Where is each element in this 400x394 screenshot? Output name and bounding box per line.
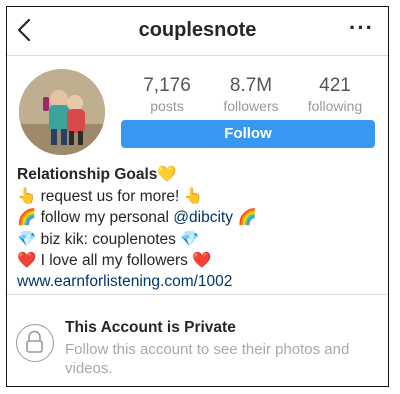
bio-text: I love all my followers: [36, 252, 193, 269]
avatar[interactable]: [19, 69, 105, 155]
bio-line: 🌈 follow my personal @dibcity 🌈: [17, 207, 377, 229]
followers-count: 8.7M: [229, 75, 273, 96]
website-link[interactable]: www.earnforlistening.com/1002: [17, 273, 232, 290]
stat-followers[interactable]: 8.7M followers: [209, 75, 293, 114]
bio-text: follow my personal: [36, 209, 174, 226]
bio-text: request us for more!: [36, 187, 184, 205]
private-account-subtitle: Follow this account to see their photos …: [65, 341, 350, 377]
bio-line: 💎 biz kik: couplenotes 💎: [17, 229, 377, 251]
profile-screen: couplesnote ··· 7,176 posts 8.7M followe…: [6, 6, 389, 387]
bio-name: Relationship Goals: [17, 166, 158, 183]
follow-button[interactable]: Follow: [121, 120, 375, 148]
posts-label: posts: [150, 98, 184, 114]
following-label: following: [307, 98, 363, 114]
pointing-up-icon: 👆: [17, 186, 37, 205]
rainbow-icon: 🌈: [232, 208, 258, 226]
yellow-heart-icon: 💛: [157, 165, 177, 183]
following-count: 421: [319, 75, 351, 96]
bio-line: ❤️ I love all my followers ❤️: [17, 250, 377, 272]
website-line: www.earnforlistening.com/1002: [17, 272, 377, 293]
bio-line: 👆 request us for more! 👆: [17, 186, 377, 208]
bio-name-line: Relationship Goals💛: [17, 164, 377, 186]
stat-posts[interactable]: 7,176 posts: [125, 75, 209, 114]
gem-icon: 💎: [17, 229, 37, 248]
lock-icon: [16, 324, 54, 362]
top-bar: couplesnote ···: [7, 7, 388, 56]
gem-icon: 💎: [180, 229, 200, 248]
followers-label: followers: [223, 98, 279, 114]
private-account-title: This Account is Private: [65, 319, 236, 336]
stat-following[interactable]: 421 following: [293, 75, 377, 114]
profile-stats: 7,176 posts 8.7M followers 421 following: [125, 75, 379, 119]
bio-text: biz kik: couplenotes: [36, 230, 181, 248]
more-options-icon[interactable]: ···: [349, 15, 374, 41]
bio: Relationship Goals💛 👆 request us for mor…: [17, 164, 377, 292]
posts-count: 7,176: [143, 75, 191, 96]
profile-username: couplesnote: [138, 19, 257, 41]
red-heart-icon: ❤️: [17, 251, 37, 269]
rainbow-icon: 🌈: [17, 208, 37, 226]
red-heart-icon: ❤️: [192, 251, 212, 269]
pointing-up-icon: 👆: [183, 186, 203, 205]
divider: [7, 294, 388, 295]
mention-link[interactable]: @dibcity: [173, 209, 233, 226]
